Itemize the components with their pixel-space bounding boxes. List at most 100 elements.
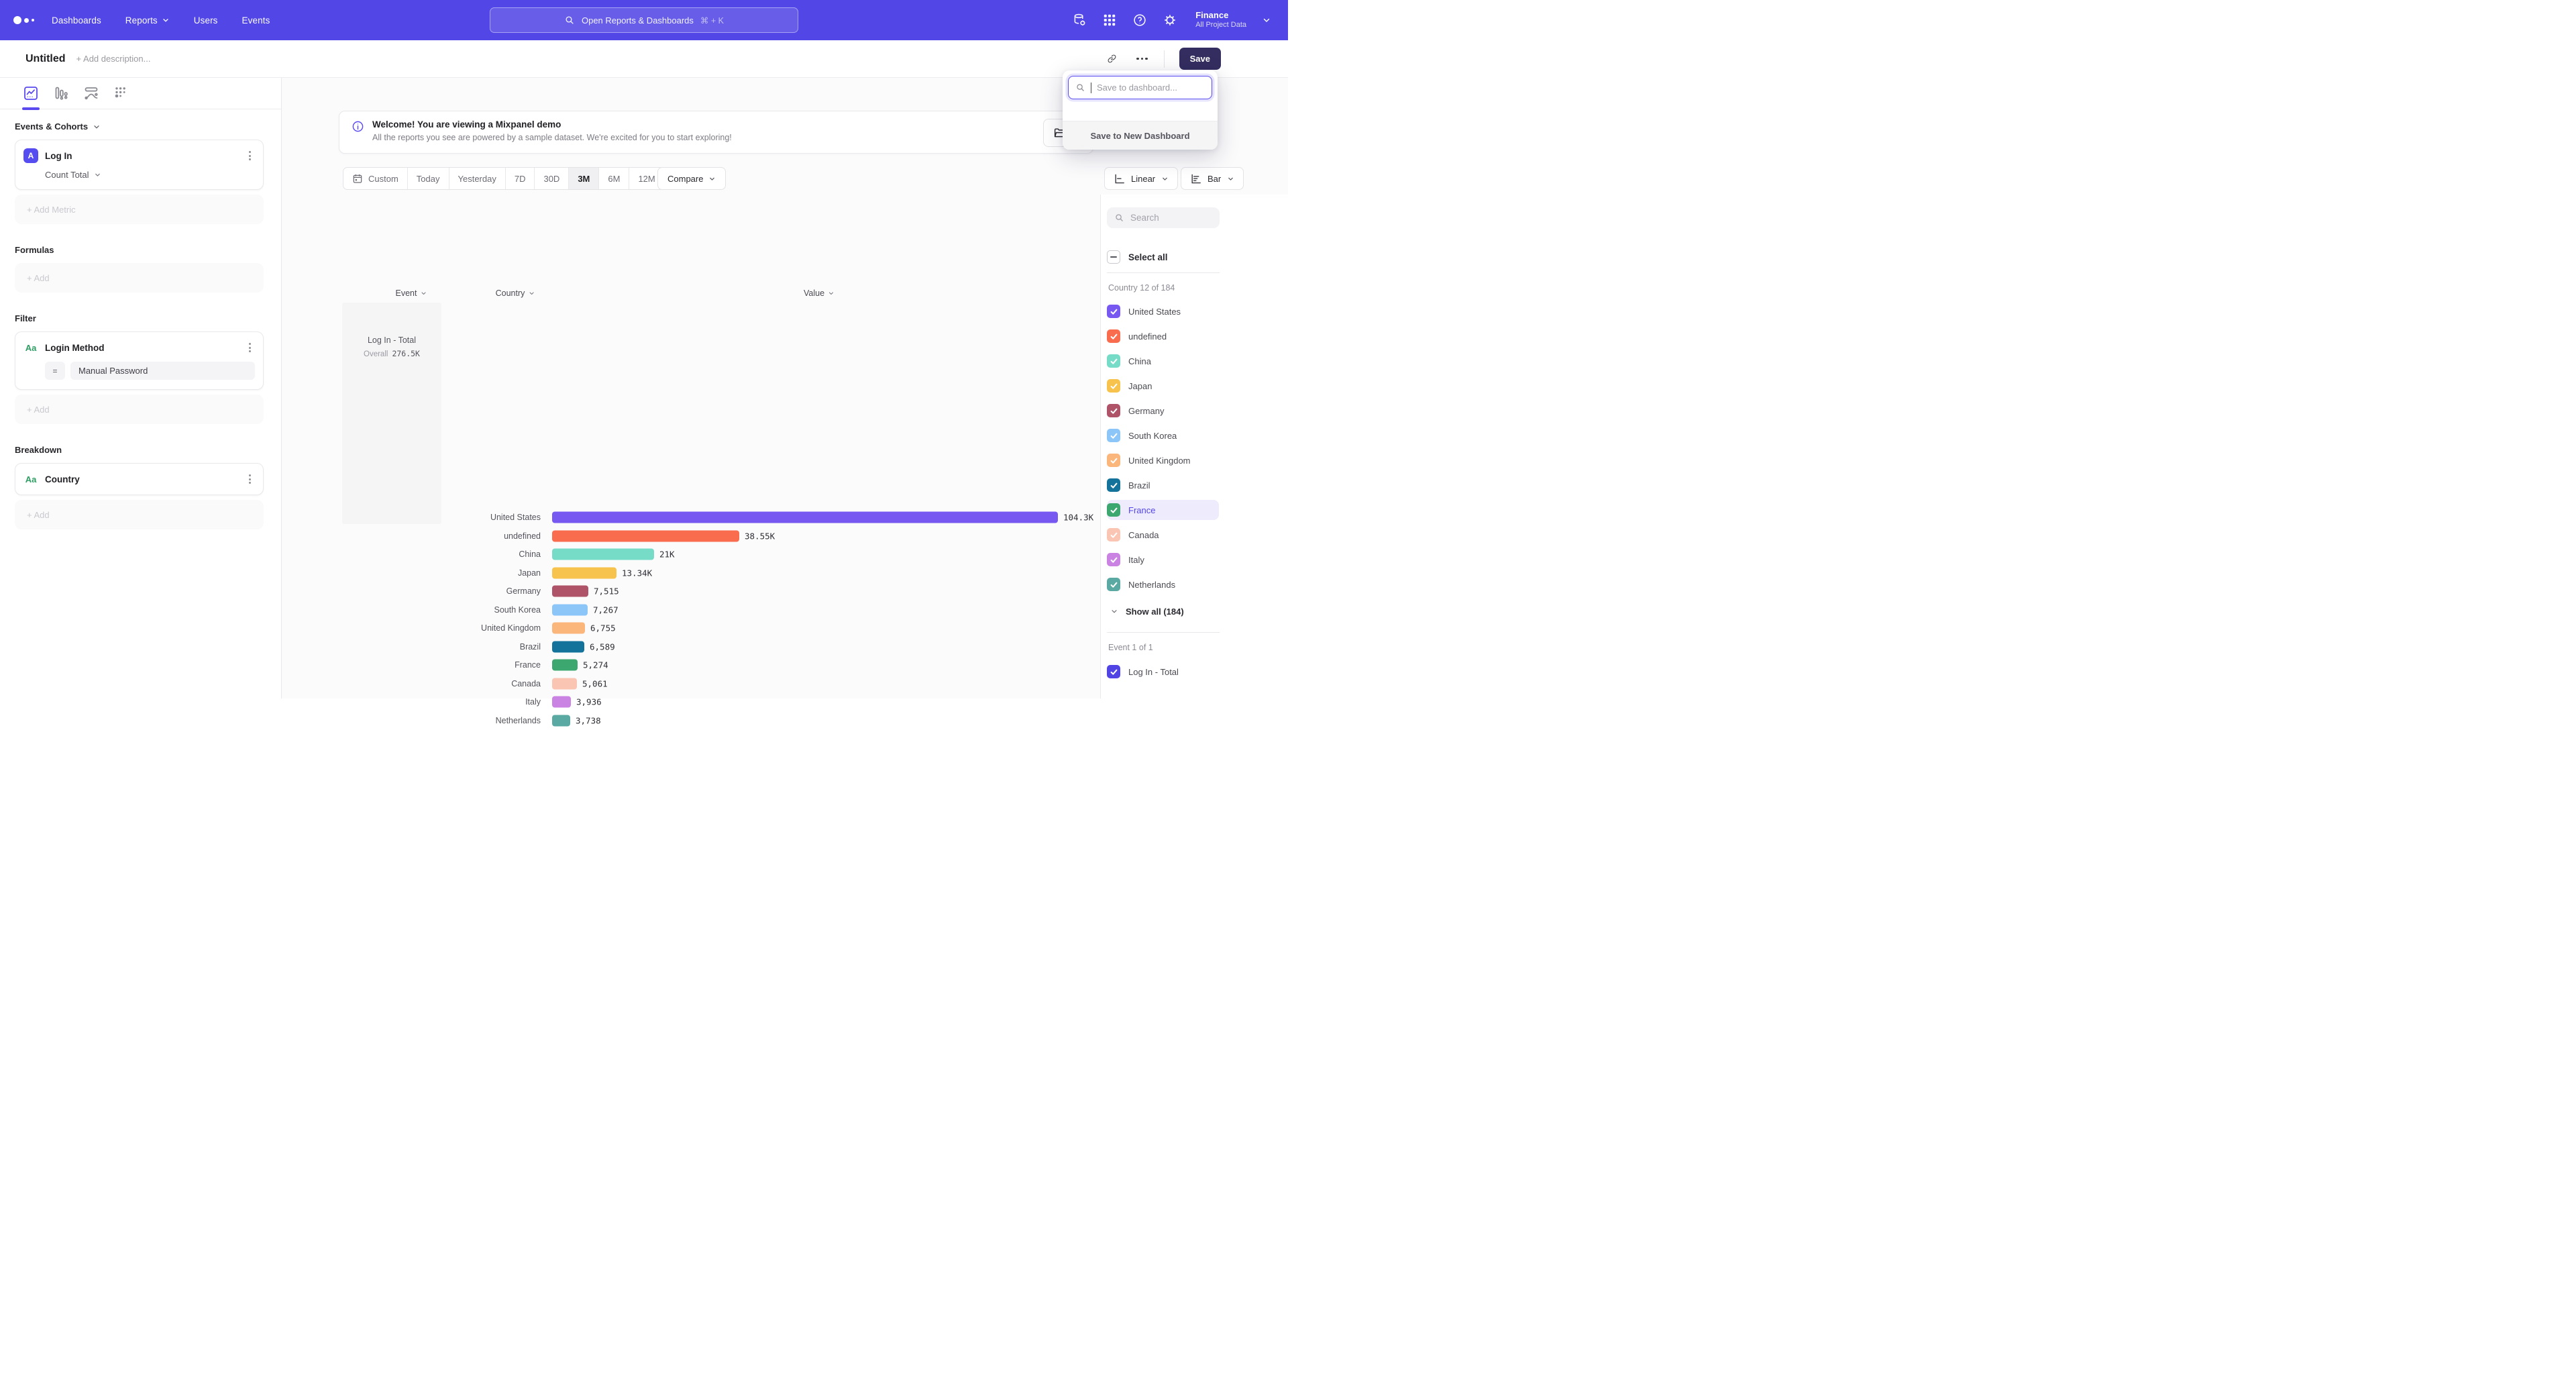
tab-insights[interactable] bbox=[23, 85, 39, 101]
legend-row-south-korea[interactable]: South Korea bbox=[1107, 425, 1219, 446]
legend-row-japan[interactable]: Japan bbox=[1107, 376, 1219, 396]
dashboard-search-field[interactable] bbox=[1068, 76, 1212, 99]
legend-row-france[interactable]: France bbox=[1107, 500, 1219, 520]
compare-button[interactable]: Compare bbox=[657, 167, 726, 190]
tab-flows[interactable] bbox=[113, 85, 129, 101]
date-option-today[interactable]: Today bbox=[408, 168, 449, 189]
bar[interactable] bbox=[552, 512, 1058, 523]
date-option-30d[interactable]: 30D bbox=[535, 168, 569, 189]
add-filter-button[interactable]: + Add bbox=[15, 395, 264, 424]
chart-row-canada: Canada5,061 bbox=[282, 674, 1093, 693]
filter-card-login-method[interactable]: Aa Login Method = Manual Password bbox=[15, 331, 264, 390]
check-icon bbox=[1110, 531, 1118, 539]
filter-value[interactable]: Manual Password bbox=[70, 362, 255, 380]
events-cohorts-header[interactable]: Events & Cohorts bbox=[15, 121, 264, 132]
legend-row-italy[interactable]: Italy bbox=[1107, 550, 1219, 570]
column-header-event[interactable]: Event bbox=[396, 289, 427, 298]
legend-row-germany[interactable]: Germany bbox=[1107, 401, 1219, 421]
legend-search[interactable] bbox=[1107, 207, 1220, 228]
nav-item-events[interactable]: Events bbox=[242, 15, 270, 25]
legend-checkbox[interactable] bbox=[1107, 454, 1120, 467]
legend-checkbox[interactable] bbox=[1107, 329, 1120, 343]
legend-checkbox[interactable] bbox=[1107, 429, 1120, 442]
bar[interactable] bbox=[552, 641, 584, 652]
bar[interactable] bbox=[552, 715, 570, 726]
legend-row-united-states[interactable]: United States bbox=[1107, 301, 1219, 321]
property-type-badge: Aa bbox=[23, 343, 38, 353]
date-option-yesterday[interactable]: Yesterday bbox=[449, 168, 506, 189]
select-all-row[interactable]: Select all bbox=[1107, 247, 1219, 267]
dashboard-search-input[interactable] bbox=[1097, 83, 1205, 93]
legend-checkbox[interactable] bbox=[1107, 528, 1120, 541]
select-all-checkbox[interactable] bbox=[1107, 250, 1120, 264]
bar[interactable] bbox=[552, 604, 588, 615]
metric-card-log-in[interactable]: A Log In Count Total bbox=[15, 140, 264, 190]
legend-row-united-kingdom[interactable]: United Kingdom bbox=[1107, 450, 1219, 470]
filter-operator[interactable]: = bbox=[45, 362, 65, 380]
legend-row-netherlands[interactable]: Netherlands bbox=[1107, 574, 1219, 594]
legend-checkbox[interactable] bbox=[1107, 305, 1120, 318]
global-search-button[interactable]: Open Reports & Dashboards ⌘ + K bbox=[490, 7, 798, 33]
add-description[interactable]: + Add description... bbox=[76, 54, 151, 64]
bar[interactable] bbox=[552, 530, 739, 541]
legend-search-input[interactable] bbox=[1130, 213, 1212, 223]
more-options-icon[interactable] bbox=[1135, 54, 1149, 64]
legend-row-china[interactable]: China bbox=[1107, 351, 1219, 371]
date-option-custom[interactable]: Custom bbox=[343, 168, 408, 189]
bar[interactable] bbox=[552, 696, 571, 708]
date-option-6m[interactable]: 6M bbox=[599, 168, 629, 189]
data-gear-icon[interactable] bbox=[1072, 13, 1087, 28]
add-breakdown-button[interactable]: + Add bbox=[15, 500, 264, 529]
tab-retention[interactable] bbox=[83, 85, 99, 101]
legend-row-canada[interactable]: Canada bbox=[1107, 525, 1219, 545]
nav-item-users[interactable]: Users bbox=[194, 15, 218, 25]
breakdown-kebab-icon[interactable] bbox=[245, 472, 255, 486]
save-button[interactable]: Save bbox=[1179, 48, 1221, 70]
legend-checkbox[interactable] bbox=[1107, 478, 1120, 492]
add-formula-button[interactable]: + Add bbox=[15, 263, 264, 293]
filter-kebab-icon[interactable] bbox=[245, 340, 255, 355]
bar[interactable] bbox=[552, 660, 578, 671]
aggregation-dropdown[interactable]: Count Total bbox=[45, 170, 255, 180]
apps-grid-icon[interactable] bbox=[1102, 13, 1117, 28]
bar-category-label: Italy bbox=[525, 697, 541, 707]
bar[interactable] bbox=[552, 549, 654, 560]
legend-label: Japan bbox=[1128, 381, 1152, 391]
nav-item-dashboards[interactable]: Dashboards bbox=[52, 15, 101, 25]
bar[interactable] bbox=[552, 623, 585, 634]
mixpanel-logo-icon[interactable] bbox=[0, 16, 52, 24]
legend-checkbox[interactable] bbox=[1107, 404, 1120, 417]
share-link-icon[interactable] bbox=[1105, 52, 1119, 66]
chart-type-dropdown[interactable]: Bar bbox=[1181, 167, 1244, 190]
settings-gear-icon[interactable] bbox=[1163, 13, 1177, 28]
date-option-7d[interactable]: 7D bbox=[506, 168, 535, 189]
nav-item-reports[interactable]: Reports bbox=[125, 15, 170, 25]
help-icon[interactable] bbox=[1132, 13, 1147, 28]
column-header-value[interactable]: Value bbox=[804, 289, 835, 298]
scale-dropdown[interactable]: Linear bbox=[1104, 167, 1178, 190]
column-header-country[interactable]: Country bbox=[496, 289, 535, 298]
legend-checkbox[interactable] bbox=[1107, 379, 1120, 393]
legend-row-log-in-total[interactable]: Log In - Total bbox=[1107, 662, 1219, 682]
bar[interactable] bbox=[552, 586, 588, 597]
report-title[interactable]: Untitled bbox=[25, 53, 66, 65]
chevron-down-icon[interactable] bbox=[1262, 15, 1271, 25]
legend-checkbox[interactable] bbox=[1107, 503, 1120, 517]
project-name: Finance bbox=[1195, 10, 1246, 21]
project-switcher[interactable]: Finance All Project Data bbox=[1195, 10, 1246, 30]
legend-checkbox[interactable] bbox=[1107, 578, 1120, 591]
show-all-button[interactable]: Show all (184) bbox=[1107, 601, 1184, 621]
legend-row-brazil[interactable]: Brazil bbox=[1107, 475, 1219, 495]
add-metric-button[interactable]: + Add Metric bbox=[15, 195, 264, 224]
legend-checkbox[interactable] bbox=[1107, 354, 1120, 368]
date-option-3m[interactable]: 3M bbox=[569, 168, 599, 189]
bar[interactable] bbox=[552, 678, 577, 689]
save-to-new-dashboard-button[interactable]: Save to New Dashboard bbox=[1063, 121, 1218, 150]
legend-row-undefined[interactable]: undefined bbox=[1107, 326, 1219, 346]
metric-kebab-icon[interactable] bbox=[245, 148, 255, 163]
legend-checkbox[interactable] bbox=[1107, 665, 1120, 678]
legend-checkbox[interactable] bbox=[1107, 553, 1120, 566]
tab-funnels[interactable] bbox=[53, 85, 69, 101]
breakdown-card-country[interactable]: Aa Country bbox=[15, 463, 264, 495]
bar[interactable] bbox=[552, 567, 616, 578]
